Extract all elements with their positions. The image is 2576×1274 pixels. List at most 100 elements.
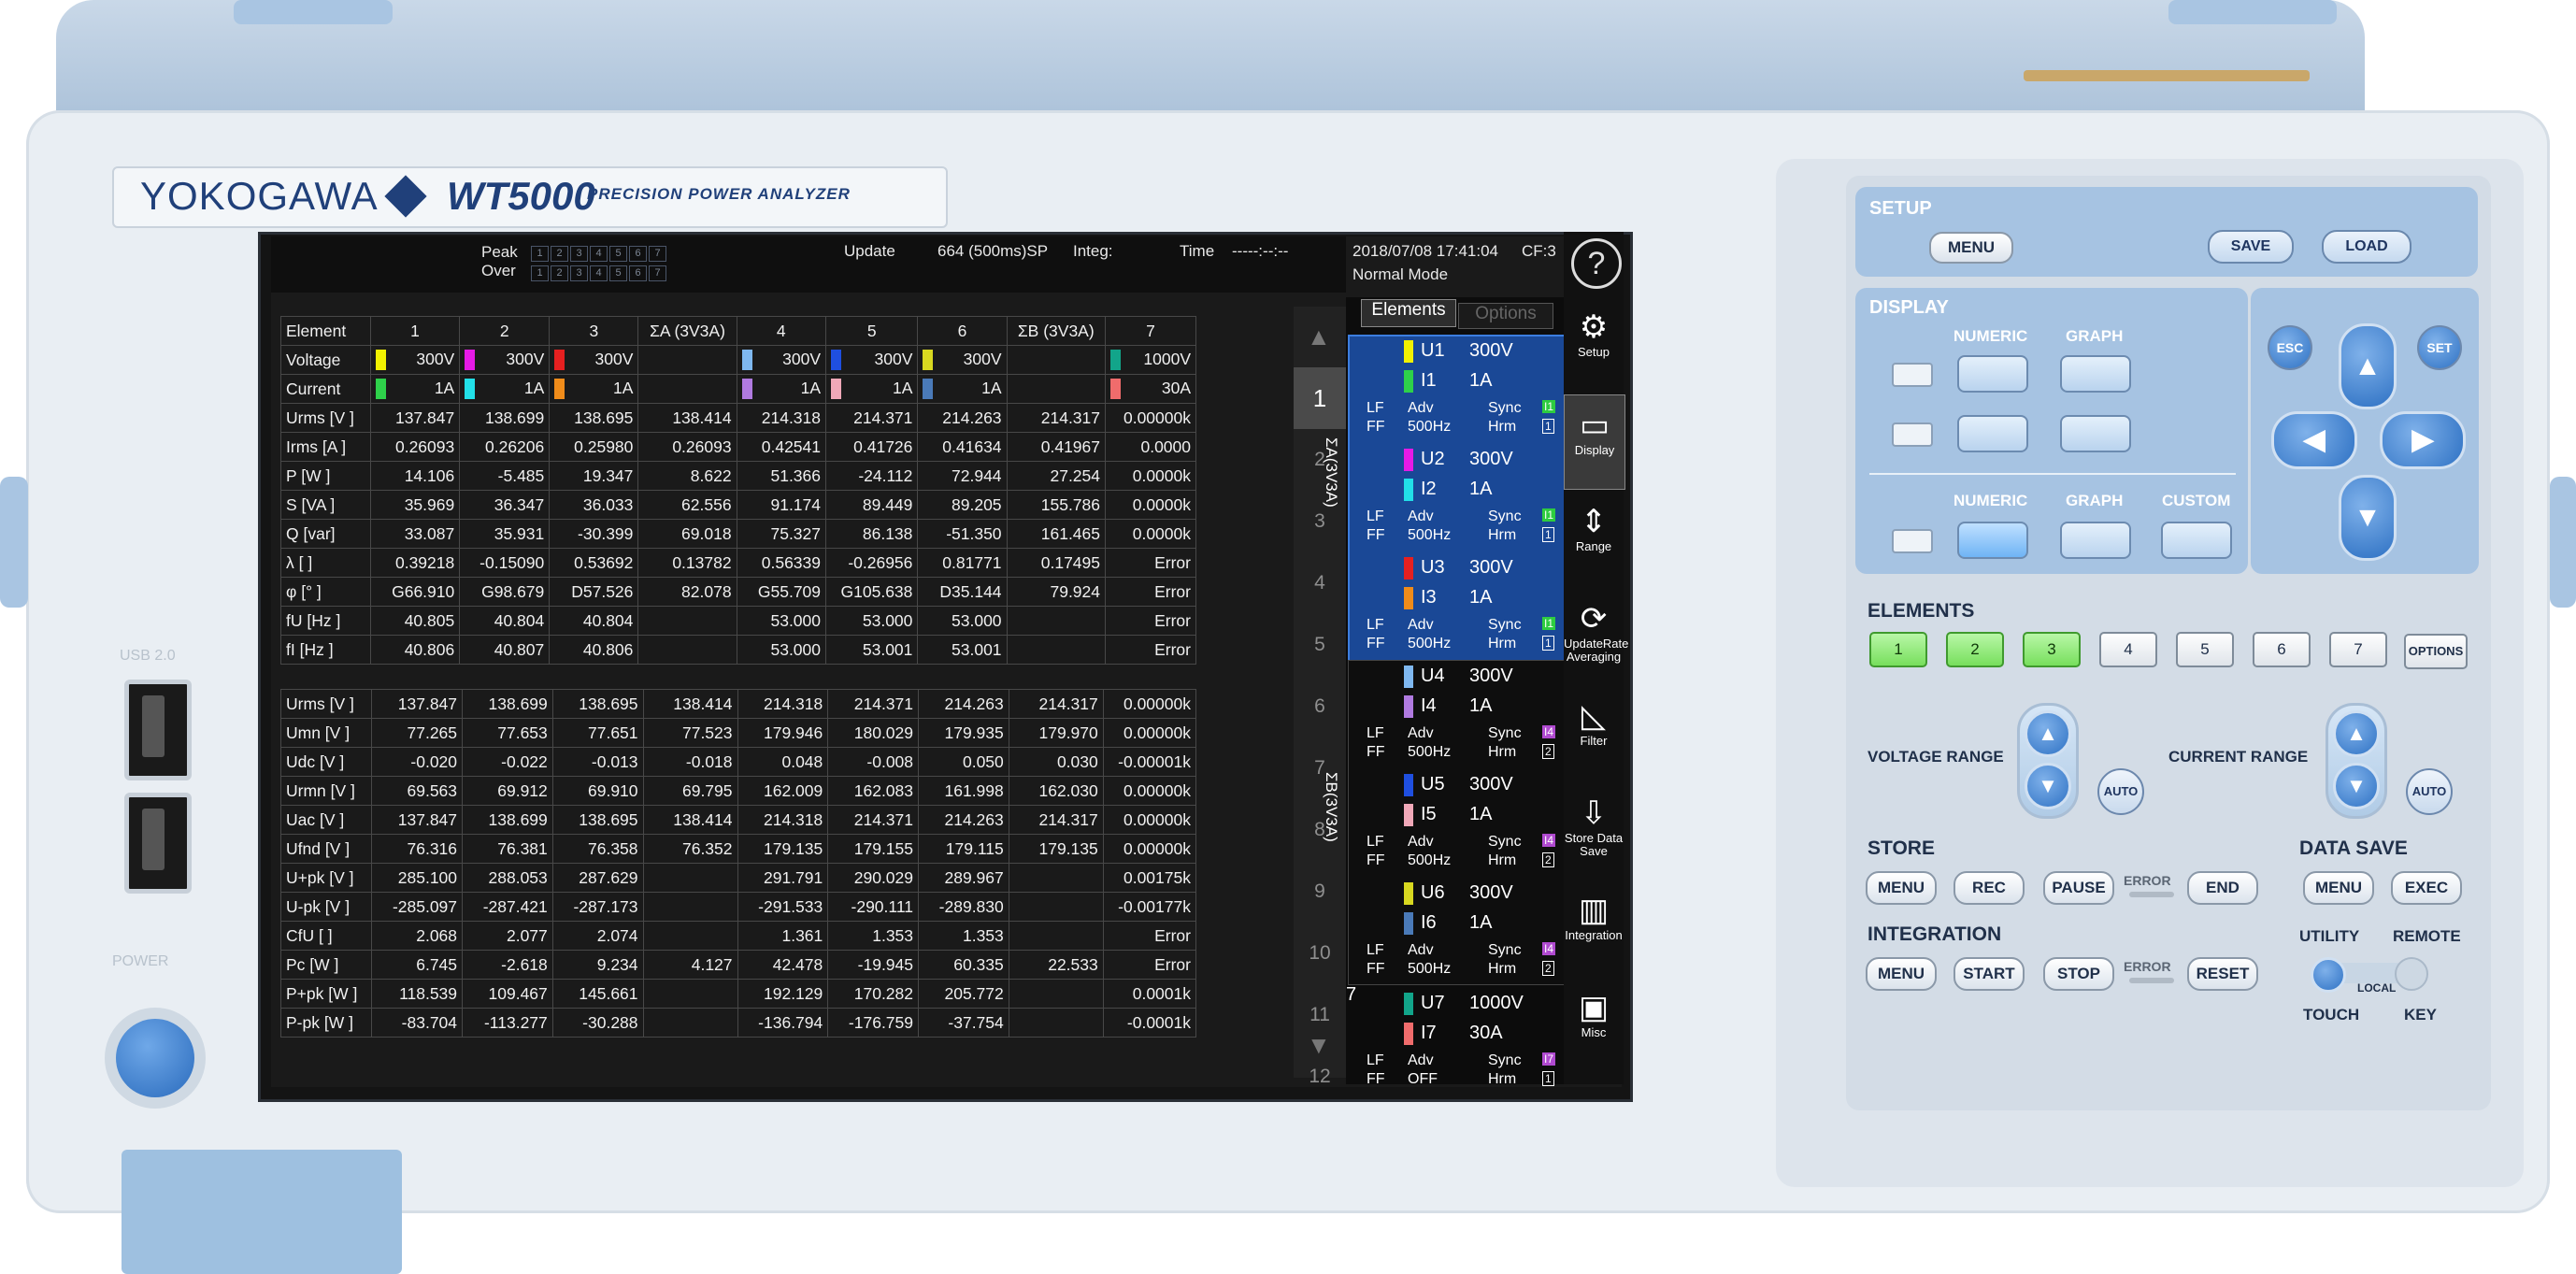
value-cell: G105.638 (825, 577, 919, 607)
top-label-strip (2024, 70, 2310, 81)
column-header: ΣB (3V3A) (1006, 316, 1107, 346)
voltage-up-icon[interactable]: ▲ (2025, 710, 2071, 757)
usb-port-2[interactable] (124, 793, 192, 894)
stop-button[interactable]: STOP (2043, 957, 2114, 991)
value-cell: Error (1105, 577, 1196, 607)
current-up-icon[interactable]: ▲ (2333, 710, 2380, 757)
value-cell: -37.754 (918, 1008, 1009, 1038)
up-arrow-icon[interactable]: ▲ (2339, 323, 2397, 409)
right-arrow-icon[interactable]: ▶ (2380, 411, 2466, 469)
page-number-item[interactable]: 1 (1294, 367, 1346, 429)
element-button-1[interactable]: 1 (1869, 632, 1927, 667)
value-cell: 14.106 (369, 461, 461, 491)
set-button[interactable]: SET (2417, 325, 2462, 370)
down-arrow-icon[interactable]: ▼ (2339, 475, 2397, 561)
start-button[interactable]: START (1953, 957, 2025, 991)
scroll-up-icon[interactable]: ▲ (1307, 322, 1331, 351)
side-menu-store[interactable]: ⇩ Store Data Save (1564, 783, 1624, 877)
load-button[interactable]: LOAD (2322, 230, 2411, 264)
display-numeric-button-2[interactable] (1957, 415, 2028, 452)
store-menu-button[interactable]: MENU (1866, 871, 1937, 905)
element-item-4[interactable]: U4 300V I4 1A LF Adv Sync FF 500Hz Hrm I4 2 (1367, 662, 1558, 765)
element-button-5[interactable]: 5 (2176, 632, 2234, 667)
voltage-auto-button[interactable]: AUTO (2097, 768, 2144, 815)
value-cell: 155.786 (1006, 490, 1107, 520)
integration-title: INTEGRATION (1868, 923, 2002, 945)
element-button-3[interactable]: 3 (2023, 632, 2081, 667)
value-cell: 0.26093 (369, 432, 461, 462)
display-graph-button-2[interactable] (2060, 415, 2131, 452)
save-button[interactable]: SAVE (2208, 230, 2294, 264)
side-menu-range[interactable]: ⇕ Range (1564, 492, 1624, 585)
power-button[interactable] (116, 1019, 194, 1097)
numeric-table-bottom: Urms [V ] 137.847 138.699 138.695 138.414 214… (279, 689, 1197, 1038)
display-numeric-button-3[interactable] (1957, 522, 2028, 559)
tab-elements[interactable]: Elements (1361, 299, 1456, 327)
adv-label: Adv (1408, 1052, 1434, 1068)
element-item-2[interactable]: U2 300V I2 1A LF Adv Sync FF 500Hz Hrm I1 1 (1367, 445, 1558, 548)
current-auto-button[interactable]: AUTO (2406, 768, 2453, 815)
data-save-menu-button[interactable]: MENU (2303, 871, 2374, 905)
utility-switch[interactable] (2311, 957, 2346, 993)
remote-switch[interactable] (2395, 957, 2428, 991)
row-label: Ufnd [V ] (279, 834, 373, 864)
value-cell (642, 892, 738, 922)
value-cell: 214.371 (825, 403, 919, 433)
left-arrow-icon[interactable]: ◀ (2271, 411, 2357, 469)
options-button[interactable]: OPTIONS (2404, 634, 2468, 669)
element-item-7[interactable]: U7 1000V I7 30A LF Adv Sync FF OFF Hrm I7 1 (1367, 989, 1558, 1092)
value-cell: 0.41634 (917, 432, 1008, 462)
page-number-item[interactable]: 9 (1294, 861, 1346, 923)
element-item-5[interactable]: U5 300V I5 1A LF Adv Sync FF 500Hz Hrm I4 2 (1367, 770, 1558, 873)
value-cell: 77.653 (462, 718, 553, 748)
column-header: 3 (549, 316, 639, 346)
value-cell (642, 921, 738, 951)
reset-button[interactable]: RESET (2187, 957, 2258, 991)
element-button-4[interactable]: 4 (2099, 632, 2157, 667)
side-menu-display[interactable]: ▭ Display (1564, 394, 1625, 490)
voltage-range: 300V (1469, 557, 1513, 578)
page-number-item[interactable]: 11 (1294, 984, 1346, 1046)
esc-button[interactable]: ESC (2268, 325, 2312, 370)
value-cell: 0.00000k (1102, 776, 1197, 806)
element-button-2[interactable]: 2 (1946, 632, 2004, 667)
page-number-item[interactable]: 6 (1294, 676, 1346, 737)
side-menu-integration[interactable]: ▥ Integration (1564, 880, 1624, 974)
page-number-item[interactable]: 4 (1294, 552, 1346, 614)
element-button-7[interactable]: 7 (2329, 632, 2387, 667)
side-menu-gear[interactable]: ⚙ Setup (1564, 297, 1624, 391)
exec-button[interactable]: EXEC (2391, 871, 2462, 905)
element-button-6[interactable]: 6 (2253, 632, 2311, 667)
value-cell: -287.421 (462, 892, 553, 922)
element-item-6[interactable]: U6 300V I6 1A LF Adv Sync FF 500Hz Hrm I4 2 (1367, 879, 1558, 981)
side-menu-label: Misc (1581, 1025, 1607, 1039)
display-graph-button-1[interactable] (2060, 355, 2131, 393)
store-end-button[interactable]: END (2187, 871, 2258, 905)
usb-port-1[interactable] (124, 680, 192, 780)
ff-label: FF (1367, 636, 1385, 651)
element-item-3[interactable]: U3 300V I3 1A LF Adv Sync FF 500Hz Hrm I1 1 (1367, 553, 1558, 656)
display-custom-button[interactable] (2161, 522, 2232, 559)
page-number-item[interactable]: 12 (1294, 1046, 1346, 1108)
integration-error-led (2129, 978, 2174, 983)
tab-options[interactable]: Options (1458, 303, 1553, 329)
element-item-1[interactable]: U1 300V I1 1A LF Adv Sync FF 500Hz Hrm I1 1 (1367, 336, 1558, 439)
side-menu-toolbox[interactable]: ▣ Misc (1564, 978, 1624, 1071)
hrm-label: Hrm (1488, 527, 1517, 543)
voltage-down-icon[interactable]: ▼ (2025, 763, 2071, 809)
page-number-item[interactable]: 10 (1294, 923, 1346, 984)
setup-menu-button[interactable]: MENU (1929, 232, 2013, 264)
channel-color-swatch (1110, 350, 1122, 370)
display-numeric-button-1[interactable] (1957, 355, 2028, 393)
pause-button[interactable]: PAUSE (2043, 871, 2114, 905)
rec-button[interactable]: REC (1953, 871, 2025, 905)
display-graph-button-3[interactable] (2060, 522, 2131, 559)
value-cell: -0.013 (551, 747, 644, 777)
help-icon[interactable]: ? (1571, 238, 1622, 289)
range-cell: 300V (549, 345, 639, 375)
current-down-icon[interactable]: ▼ (2333, 763, 2380, 809)
side-menu-refresh[interactable]: ⟳ UpdateRate Averaging (1564, 589, 1628, 682)
side-menu-filter[interactable]: ◺ Filter (1564, 686, 1624, 780)
integration-menu-button[interactable]: MENU (1866, 957, 1937, 991)
page-number-item[interactable]: 5 (1294, 614, 1346, 676)
